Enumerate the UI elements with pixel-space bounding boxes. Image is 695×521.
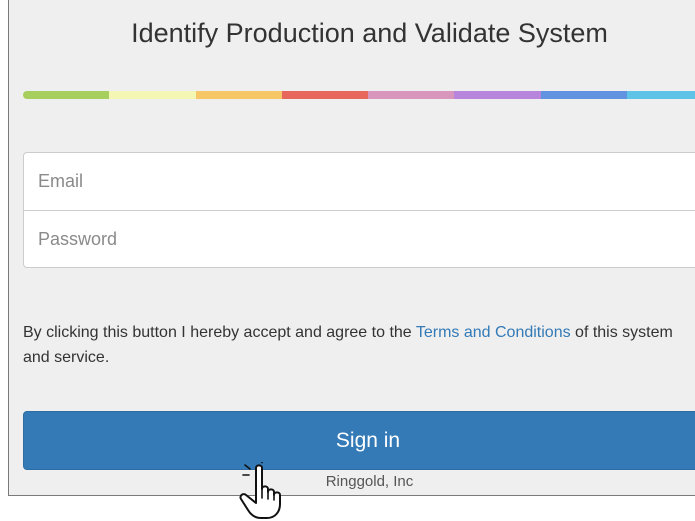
- terms-text: By clicking this button I hereby accept …: [23, 320, 695, 370]
- stripe-segment-8: [626, 91, 695, 99]
- footer-company: Ringgold, Inc: [325, 473, 414, 490]
- terms-prefix: By clicking this button I hereby accept …: [23, 324, 416, 341]
- stripe-segment-6: [454, 91, 541, 99]
- stripe-segment-7: [540, 91, 627, 99]
- login-panel: Identify Production and Validate System …: [8, 0, 695, 496]
- hand-pointer-icon: [239, 462, 281, 519]
- page-title: Identify Production and Validate System: [131, 18, 608, 48]
- color-stripe: [23, 91, 695, 99]
- email-field[interactable]: [24, 153, 695, 210]
- stripe-segment-1: [23, 91, 110, 99]
- stripe-segment-5: [368, 91, 455, 99]
- terms-link[interactable]: Terms and Conditions: [416, 324, 571, 341]
- sign-in-button[interactable]: Sign in: [23, 411, 695, 470]
- stripe-segment-3: [195, 91, 282, 99]
- stripe-segment-4: [281, 91, 368, 99]
- password-field[interactable]: [24, 210, 695, 267]
- stripe-segment-2: [109, 91, 196, 99]
- credentials-group: [23, 152, 695, 268]
